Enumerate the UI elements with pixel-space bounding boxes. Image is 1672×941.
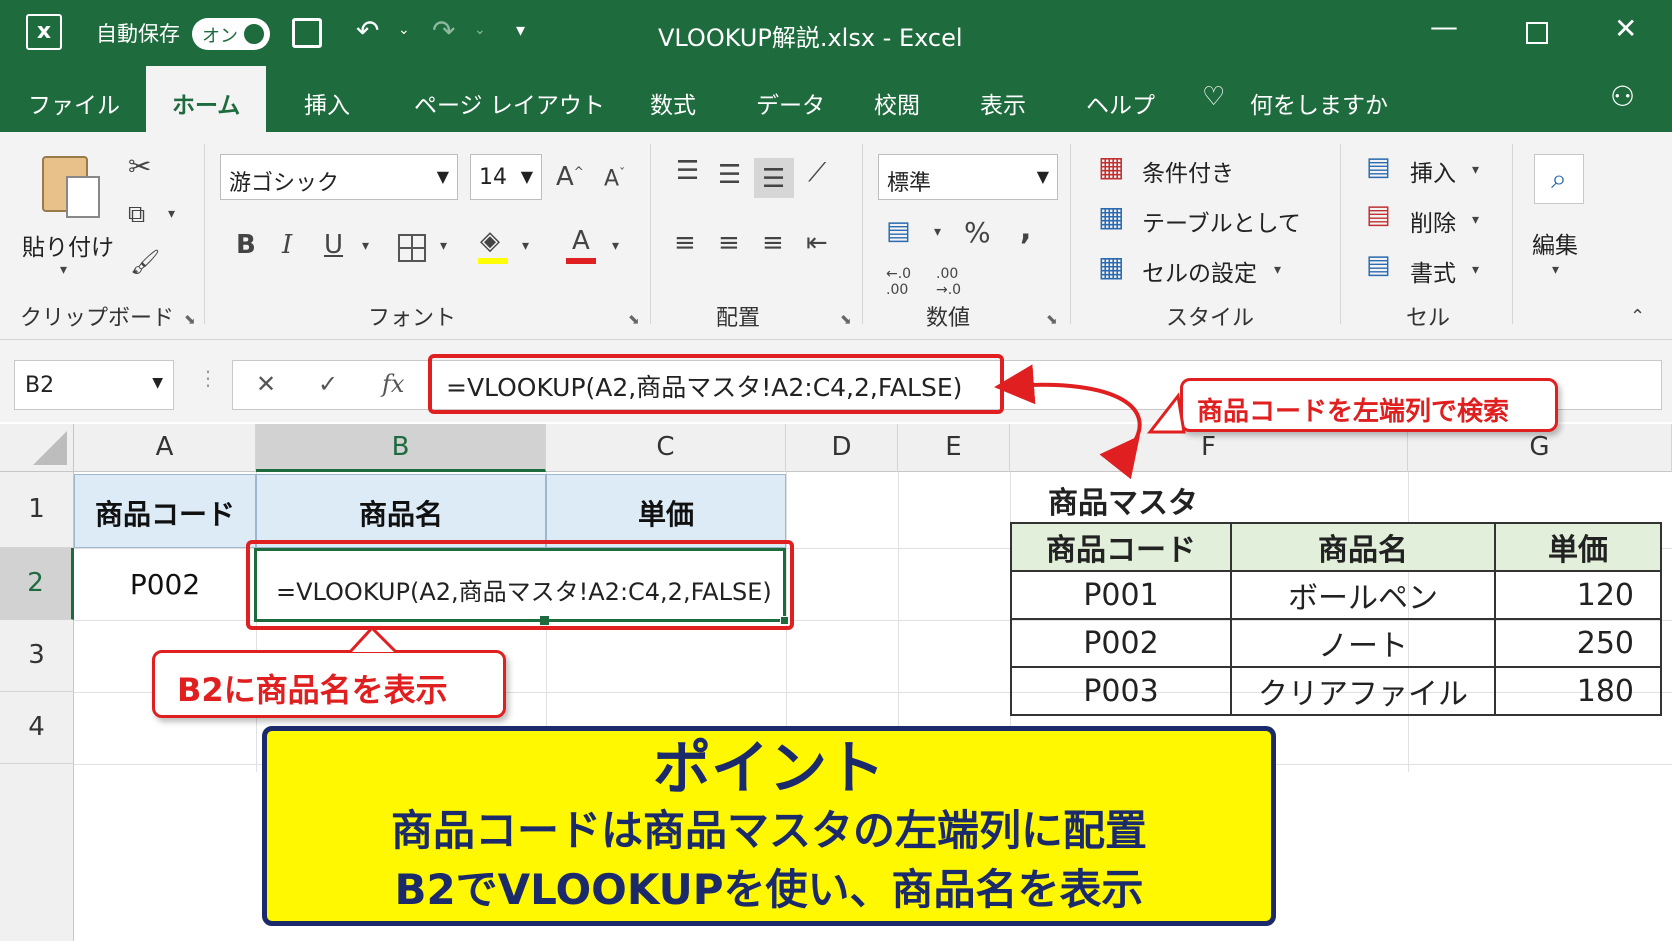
point-box: ポイント 商品コードは商品マスタの左端列に配置 B2でVLOOKUPを使い、商品…: [262, 726, 1276, 926]
point-line1: 商品コードは商品マスタの左端列に配置: [390, 806, 1147, 855]
callout-display-pointer: [348, 625, 398, 654]
callout-search-pointer: [1146, 392, 1186, 434]
arrow-formula-to-master: [994, 364, 1142, 480]
point-title: ポイント: [652, 734, 885, 802]
point-line2: B2でVLOOKUPを使い、商品名を表示: [394, 865, 1144, 914]
